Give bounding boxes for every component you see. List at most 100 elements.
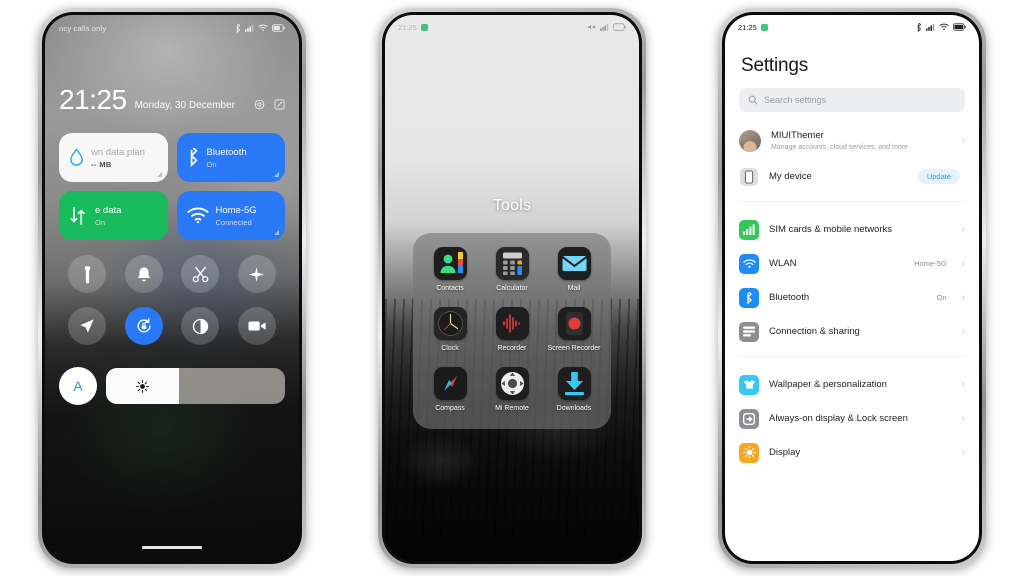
app-label: Downloads: [556, 404, 592, 412]
edit-icon[interactable]: [274, 99, 285, 110]
brightness-slider[interactable]: [106, 368, 285, 404]
search-input[interactable]: Search settings: [739, 88, 965, 112]
row-sim-cards[interactable]: SIM cards & mobile networks ›: [725, 213, 979, 247]
item-title: Display: [769, 446, 801, 458]
toggle-rotation-lock[interactable]: [124, 307, 163, 345]
personalization-group: Wallpaper & personalization › Always-on …: [725, 368, 979, 470]
chevron-right-icon: ›: [961, 223, 965, 235]
expand-corner-icon[interactable]: [156, 172, 162, 177]
recorder-waveform-icon: [495, 306, 529, 340]
app-contacts[interactable]: Contacts: [419, 247, 481, 294]
toggle-location[interactable]: [68, 307, 107, 345]
status-left: 21:25: [738, 23, 768, 32]
phone2-bezel: 21:25 Tools Contacts Calculator Mail Clo…: [382, 12, 642, 564]
lock-clock: 21:25 Monday, 30 December: [45, 84, 299, 115]
toggle-screen-recorder[interactable]: [237, 307, 276, 345]
row-label: WLAN: [769, 258, 904, 270]
toggle-airplane-mode[interactable]: [237, 255, 276, 293]
row-display[interactable]: Display ›: [725, 436, 979, 470]
tile-title: Home-5G: [215, 204, 257, 216]
remote-dpad-icon: [495, 366, 529, 400]
screen-recorder-icon: [557, 306, 591, 340]
tile-sub: On: [95, 217, 106, 227]
lockscreen-icon: [739, 408, 759, 429]
tile-sub: -- MB: [91, 159, 112, 169]
tile-title: e data: [95, 204, 122, 216]
row-bluetooth[interactable]: Bluetooth On ›: [725, 281, 979, 315]
phone3-bezel: 21:25 Settings Search settings MIUITheme…: [722, 12, 982, 564]
tile-mobile-data-text: e data On: [95, 205, 121, 227]
battery-icon: [953, 23, 966, 31]
row-account[interactable]: MIUIThemer Manage accounts, cloud servic…: [725, 123, 979, 160]
app-calculator[interactable]: Calculator: [481, 247, 543, 294]
row-connection-sharing[interactable]: Connection & sharing ›: [725, 315, 979, 349]
expand-corner-icon[interactable]: [274, 172, 279, 177]
bluetooth-icon: [739, 287, 759, 308]
row-label: Wallpaper & personalization: [769, 379, 952, 391]
phone1-status-bar: ncy calls only: [45, 15, 299, 41]
device-title: My device: [769, 170, 812, 182]
tile-mobile-data[interactable]: e data On: [59, 191, 168, 240]
scissors-icon: [192, 266, 209, 282]
app-label: Compass: [435, 404, 465, 412]
item-title: WLAN: [769, 257, 797, 269]
row-wlan[interactable]: WLAN Home-5G ›: [725, 247, 979, 281]
battery-icon: [613, 23, 626, 31]
toggle-dark-mode[interactable]: [181, 307, 220, 345]
row-wallpaper[interactable]: Wallpaper & personalization ›: [725, 368, 979, 402]
app-label: Calculator: [496, 285, 528, 292]
app-mail[interactable]: Mail: [543, 247, 605, 294]
chevron-right-icon: ›: [961, 135, 965, 147]
contacts-icon: [433, 247, 467, 280]
flashlight-icon: [84, 265, 90, 283]
divider: [739, 355, 965, 357]
settings-gear-icon[interactable]: [254, 99, 265, 110]
status-time: 21:25: [738, 22, 757, 32]
tile-wifi[interactable]: Home-5G Connected: [176, 191, 285, 240]
wifi-icon: [258, 24, 268, 31]
status-badge[interactable]: Update: [917, 169, 960, 185]
auto-brightness-button[interactable]: A: [59, 367, 97, 405]
tile-sub: Connected: [215, 217, 252, 227]
app-screen-recorder[interactable]: Screen Recorder: [543, 306, 605, 354]
folder-title: Tools: [492, 197, 532, 214]
search-placeholder: Search settings: [764, 95, 827, 105]
video-camera-icon: [248, 321, 266, 331]
toggle-ringer[interactable]: [124, 255, 163, 293]
tile-bluetooth-text: Bluetooth On: [207, 147, 247, 169]
app-clock[interactable]: Clock: [419, 306, 481, 354]
app-compass[interactable]: Compass: [419, 366, 481, 414]
row-my-device[interactable]: My device Update: [725, 160, 979, 194]
tile-title: Bluetooth: [206, 146, 247, 158]
status-left: 21:25: [398, 23, 428, 32]
app-downloads[interactable]: Downloads: [543, 366, 605, 414]
app-recorder[interactable]: Recorder: [481, 306, 543, 354]
row-label: Display: [769, 447, 952, 459]
chevron-right-icon: ›: [961, 257, 965, 269]
item-title: Bluetooth: [769, 291, 810, 303]
signal-icon: [600, 24, 609, 31]
bluetooth-icon: [236, 23, 241, 33]
toggle-flashlight[interactable]: [68, 255, 107, 293]
network-group: SIM cards & mobile networks › WLAN Home-…: [725, 213, 979, 349]
row-label: Bluetooth: [769, 292, 927, 304]
divider: [739, 200, 965, 202]
green-app-icon: [420, 23, 428, 31]
status-icons: [235, 23, 285, 33]
row-aod-lockscreen[interactable]: Always-on display & Lock screen ›: [725, 402, 979, 436]
mute-icon: [588, 24, 596, 30]
status-icons: [588, 23, 626, 31]
row-my-device-text: My device: [769, 171, 908, 183]
app-mi-remote[interactable]: Mi Remote: [481, 366, 543, 414]
toggle-screenshot[interactable]: [181, 255, 220, 293]
tile-bluetooth[interactable]: Bluetooth On: [176, 133, 285, 182]
home-indicator[interactable]: [142, 545, 202, 549]
clock-time: 21:25: [59, 84, 127, 115]
phone1-bezel: ncy calls only 21:25 Monday, 30 December: [42, 12, 302, 564]
expand-corner-icon[interactable]: [274, 230, 279, 235]
app-label: Screen Recorder: [547, 344, 601, 352]
calculator-icon: [495, 247, 529, 280]
carrier-label: ncy calls only: [59, 23, 107, 33]
tile-data-usage[interactable]: wn data plan -- MB: [59, 133, 168, 182]
phone1-screen: ncy calls only 21:25 Monday, 30 December: [45, 15, 299, 561]
